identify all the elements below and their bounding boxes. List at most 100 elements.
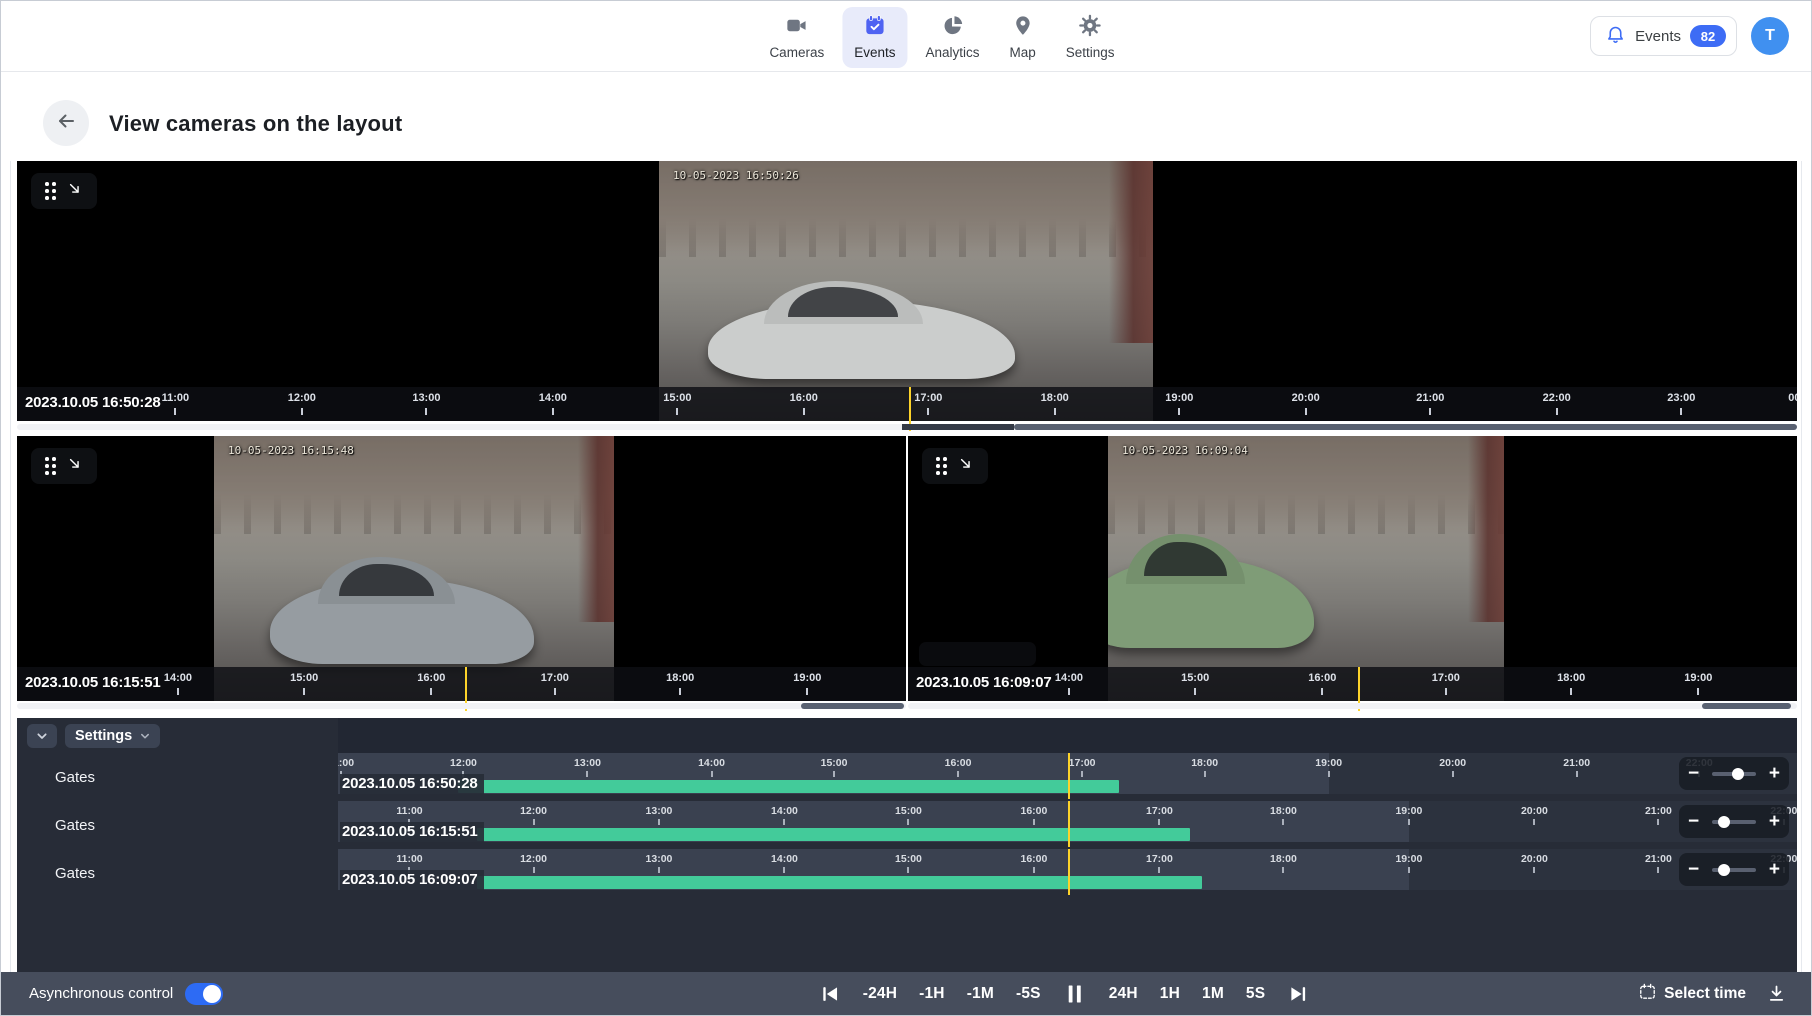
- seek-5s-button[interactable]: 5S: [1246, 985, 1265, 1003]
- zoom-out-button[interactable]: −: [1688, 764, 1699, 783]
- download-icon[interactable]: [1766, 983, 1787, 1004]
- timeline-hour-tick: [1408, 867, 1410, 873]
- seek-24h-button[interactable]: 24H: [1109, 985, 1138, 1003]
- timeline-hour-tick: [1178, 408, 1180, 415]
- zoom-out-button[interactable]: −: [1688, 860, 1699, 879]
- camera-tile-3[interactable]: 10-05-2023 16:09:04 2023.10.05 16:09:07 …: [908, 436, 1797, 701]
- row-current-time: 2023.10.05 16:50:28: [340, 774, 484, 794]
- expand-arrow-icon[interactable]: [66, 180, 83, 202]
- back-button[interactable]: [43, 100, 89, 146]
- timeline-hour-label: 18:00: [1270, 853, 1297, 865]
- nav-item-settings[interactable]: Settings: [1054, 7, 1127, 68]
- nav-item-events[interactable]: Events: [842, 7, 907, 68]
- timeline-hour-tick: [1054, 408, 1056, 415]
- seek-1h-button[interactable]: 1H: [1160, 985, 1180, 1003]
- timeline-hour-tick: [676, 408, 678, 415]
- main-nav: Cameras Events Analytics Map: [757, 7, 1126, 68]
- expand-arrow-icon[interactable]: [957, 455, 974, 477]
- timeline-hour-label: 11:00: [396, 853, 422, 865]
- camera-timeline-row[interactable]: 11:0012:0013:0014:0015:0016:0017:0018:00…: [338, 753, 1797, 801]
- zoom-out-button[interactable]: −: [1688, 812, 1699, 831]
- scrollbar-thumb[interactable]: [801, 703, 904, 709]
- events-notifications-button[interactable]: Events 82: [1590, 16, 1737, 56]
- tile-timeline[interactable]: 2023.10.05 16:09:07 14:0015:0016:0017:00…: [908, 667, 1797, 701]
- playback-transport-bar: Asynchronous control -24H -1H -1M -5S 24H 1H…: [1, 972, 1811, 1015]
- timeline-hour-label: 20:00: [1521, 853, 1548, 865]
- zoom-in-button[interactable]: +: [1769, 812, 1780, 831]
- collapse-panel-button[interactable]: [27, 724, 57, 748]
- timeline-hour-label: 12:00: [450, 757, 477, 769]
- timeline-hour-label: 15:00: [290, 672, 318, 684]
- panel-settings-dropdown[interactable]: Settings: [65, 724, 160, 748]
- zoom-slider-knob[interactable]: [1718, 816, 1730, 828]
- tile-timeline[interactable]: 2023.10.05 16:15:51 14:0015:0016:0017:00…: [17, 667, 906, 701]
- timeline-hour-tick: [658, 867, 660, 873]
- car-silhouette: [708, 301, 1014, 379]
- camera-tile-1[interactable]: 10-05-2023 16:50:26 2023.10.05 16:50:28 …: [17, 161, 1797, 421]
- nav-item-analytics[interactable]: Analytics: [913, 7, 991, 68]
- timeline-hour-tick: [783, 867, 785, 873]
- row-current-time: 2023.10.05 16:15:51: [340, 822, 484, 842]
- timeline-hour-label: 15:00: [895, 853, 922, 865]
- tile-drag-handle[interactable]: [31, 448, 97, 484]
- tile-drag-handle[interactable]: [31, 173, 97, 209]
- panel-header-right: [338, 718, 1797, 753]
- tile-drag-handle[interactable]: [922, 448, 988, 484]
- calendar-check-icon: [863, 14, 886, 42]
- zoom-slider-knob[interactable]: [1718, 864, 1730, 876]
- timeline-hour-tick: [303, 688, 305, 695]
- camera-list-item[interactable]: Gates: [17, 801, 338, 849]
- timeline-hour-label: 16:00: [1021, 853, 1048, 865]
- seek--5s-button[interactable]: -5S: [1016, 985, 1041, 1003]
- nav-item-map[interactable]: Map: [998, 7, 1048, 68]
- timeline-scrollbar[interactable]: [17, 703, 906, 709]
- timeline-hour-tick: [1033, 819, 1035, 825]
- zoom-slider-knob[interactable]: [1732, 768, 1744, 780]
- timeline-hour-tick: [533, 867, 535, 873]
- timeline-hour-tick: [552, 408, 554, 415]
- seek--1m-button[interactable]: -1M: [967, 985, 994, 1003]
- car-silhouette: [270, 579, 534, 664]
- user-avatar[interactable]: T: [1751, 17, 1789, 55]
- zoom-slider[interactable]: [1712, 868, 1756, 872]
- camera-tile-2[interactable]: 10-05-2023 16:15:48 2023.10.05 16:15:51 …: [17, 436, 906, 701]
- seek--1h-button[interactable]: -1H: [919, 985, 945, 1003]
- camera-name-list: GatesGatesGates: [17, 753, 338, 897]
- timeline-hour-tick: [586, 771, 588, 777]
- timeline-scrollbar[interactable]: [908, 703, 1797, 709]
- camera-list-item[interactable]: Gates: [17, 849, 338, 897]
- timeline-hour-tick: [177, 688, 179, 695]
- scrollbar-thumb[interactable]: [1702, 703, 1791, 709]
- expand-arrow-icon[interactable]: [66, 455, 83, 477]
- timeline-hour-tick: [806, 688, 808, 695]
- seek--24h-button[interactable]: -24H: [863, 985, 897, 1003]
- select-time-button[interactable]: Select time: [1638, 982, 1746, 1006]
- scrollbar-thumb[interactable]: [1014, 424, 1797, 430]
- camera-timeline-row[interactable]: 11:0012:0013:0014:0015:0016:0017:0018:00…: [338, 849, 1797, 897]
- playhead: [1068, 801, 1070, 847]
- zoom-slider[interactable]: [1712, 772, 1756, 776]
- video-osd-timestamp: 10-05-2023 16:15:48: [228, 444, 354, 457]
- timeline-hour-tick: [1305, 408, 1307, 415]
- content-border-right: [1801, 71, 1802, 972]
- timeline-hour-label: 20:00: [1521, 805, 1548, 817]
- tile-timeline[interactable]: 2023.10.05 16:50:28 11:0012:0013:0014:00…: [17, 387, 1797, 421]
- skip-to-start-button[interactable]: [819, 983, 841, 1005]
- nav-label: Map: [1010, 45, 1036, 60]
- seek-1m-button[interactable]: 1M: [1202, 985, 1224, 1003]
- zoom-in-button[interactable]: +: [1769, 860, 1780, 879]
- timeline-scrollbar[interactable]: [17, 424, 1797, 430]
- timeline-hour-tick: [1158, 819, 1160, 825]
- zoom-in-button[interactable]: +: [1769, 764, 1780, 783]
- async-control-label: Asynchronous control: [29, 985, 173, 1002]
- skip-to-end-button[interactable]: [1287, 983, 1309, 1005]
- nav-item-cameras[interactable]: Cameras: [757, 7, 836, 68]
- timeline-hour-tick: [533, 819, 535, 825]
- camera-list-item[interactable]: Gates: [17, 753, 338, 801]
- gear-icon: [1079, 14, 1102, 42]
- camera-timeline-row[interactable]: 11:0012:0013:0014:0015:0016:0017:0018:00…: [338, 801, 1797, 849]
- async-control-toggle[interactable]: [185, 983, 223, 1005]
- timeline-hour-label: 18:00: [1270, 805, 1297, 817]
- pause-button[interactable]: [1063, 982, 1087, 1006]
- zoom-slider[interactable]: [1712, 820, 1756, 824]
